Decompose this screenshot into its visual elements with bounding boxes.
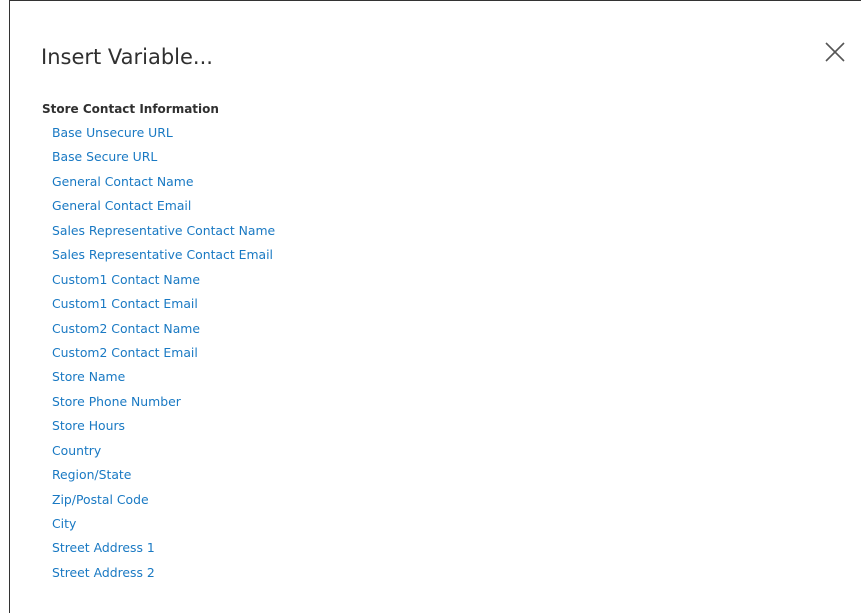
- variable-link-sales-representative-contact-email[interactable]: Sales Representative Contact Email: [52, 247, 273, 262]
- variable-item: Sales Representative Contact Name: [52, 219, 275, 243]
- variable-item: City: [52, 512, 275, 536]
- variable-link-store-phone-number[interactable]: Store Phone Number: [52, 394, 181, 409]
- variable-item: Sales Representative Contact Email: [52, 243, 275, 267]
- modal-header: Insert Variable...: [10, 1, 861, 91]
- variable-link-general-contact-email[interactable]: General Contact Email: [52, 198, 191, 213]
- variable-link-store-hours[interactable]: Store Hours: [52, 418, 125, 433]
- close-icon: [825, 42, 845, 62]
- variable-list: Base Unsecure URL Base Secure URL Genera…: [52, 121, 275, 585]
- variable-link-custom2-contact-email[interactable]: Custom2 Contact Email: [52, 345, 198, 360]
- variable-link-base-unsecure-url[interactable]: Base Unsecure URL: [52, 125, 173, 140]
- variable-item: Base Secure URL: [52, 145, 275, 169]
- variable-item: Country: [52, 439, 275, 463]
- modal-title: Insert Variable...: [41, 45, 213, 69]
- variable-item: Street Address 1: [52, 536, 275, 560]
- variable-item: General Contact Email: [52, 194, 275, 218]
- close-button[interactable]: [824, 41, 846, 63]
- variable-item: Region/State: [52, 463, 275, 487]
- variable-link-street-address-2[interactable]: Street Address 2: [52, 565, 155, 580]
- store-contact-section: Store Contact Information Base Unsecure …: [42, 101, 275, 585]
- variable-item: Store Hours: [52, 414, 275, 438]
- variable-item: Custom1 Contact Email: [52, 292, 275, 316]
- variable-item: Custom2 Contact Email: [52, 341, 275, 365]
- variable-link-country[interactable]: Country: [52, 443, 101, 458]
- variable-link-base-secure-url[interactable]: Base Secure URL: [52, 149, 157, 164]
- variable-item: Store Phone Number: [52, 390, 275, 414]
- variable-item: Base Unsecure URL: [52, 121, 275, 145]
- variable-item: Zip/Postal Code: [52, 488, 275, 512]
- variable-link-custom2-contact-name[interactable]: Custom2 Contact Name: [52, 321, 200, 336]
- variable-item: General Contact Name: [52, 170, 275, 194]
- variable-item: Custom1 Contact Name: [52, 268, 275, 292]
- variable-link-street-address-1[interactable]: Street Address 1: [52, 540, 155, 555]
- variable-item: Custom2 Contact Name: [52, 317, 275, 341]
- variable-item: Store Name: [52, 365, 275, 389]
- variable-link-region-state[interactable]: Region/State: [52, 467, 131, 482]
- variable-link-general-contact-name[interactable]: General Contact Name: [52, 174, 193, 189]
- variable-link-store-name[interactable]: Store Name: [52, 369, 125, 384]
- variable-link-custom1-contact-email[interactable]: Custom1 Contact Email: [52, 296, 198, 311]
- variable-link-zip-postal-code[interactable]: Zip/Postal Code: [52, 492, 149, 507]
- variable-item: Street Address 2: [52, 561, 275, 585]
- section-title: Store Contact Information: [42, 102, 219, 116]
- variable-link-sales-representative-contact-name[interactable]: Sales Representative Contact Name: [52, 223, 275, 238]
- insert-variable-modal: Insert Variable... Store Contact Informa…: [9, 0, 861, 613]
- variable-link-custom1-contact-name[interactable]: Custom1 Contact Name: [52, 272, 200, 287]
- variable-link-city[interactable]: City: [52, 516, 76, 531]
